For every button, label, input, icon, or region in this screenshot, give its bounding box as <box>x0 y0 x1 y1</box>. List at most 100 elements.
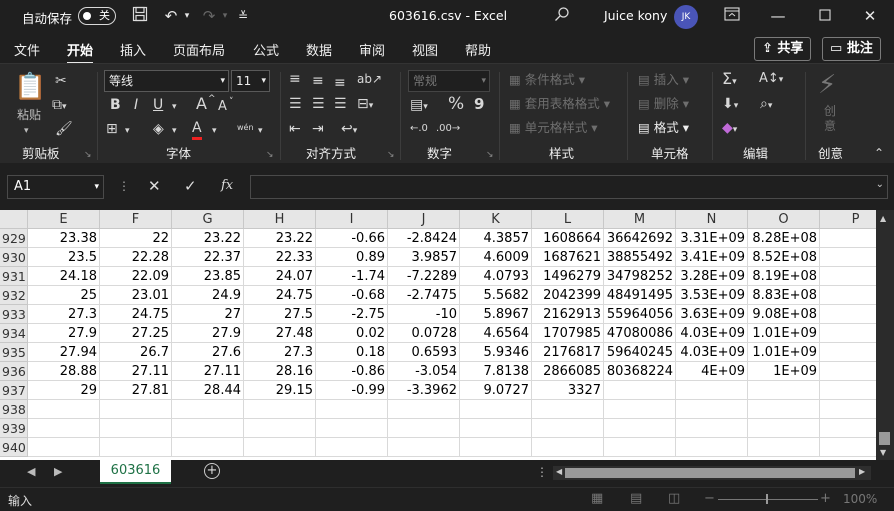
cell[interactable]: 27.5 <box>244 305 316 324</box>
column-header[interactable]: P <box>820 210 876 229</box>
cell[interactable] <box>748 381 820 400</box>
cell[interactable]: 1.01E+09 <box>748 343 820 362</box>
cell[interactable] <box>748 438 820 457</box>
cell[interactable] <box>172 438 244 457</box>
cell[interactable] <box>100 400 172 419</box>
cell[interactable]: 23.38 <box>28 229 100 248</box>
comments-button[interactable]: ▭ 批注 <box>822 37 881 61</box>
cell[interactable] <box>820 400 876 419</box>
merge-center-icon[interactable]: ⊟▾ <box>357 95 373 115</box>
cell[interactable]: 59640245 <box>604 343 676 362</box>
cell[interactable]: 0.02 <box>316 324 388 343</box>
delete-cells-button[interactable]: ▤ 删除 ▾ <box>638 95 689 113</box>
wrap-text-icon[interactable]: ↩▾ <box>341 120 357 140</box>
cell[interactable]: 2042399 <box>532 286 604 305</box>
cell[interactable]: 29 <box>28 381 100 400</box>
cell[interactable] <box>820 248 876 267</box>
close-icon[interactable]: ✕ <box>860 6 880 26</box>
autosum-icon[interactable]: Σ▾ <box>722 70 737 91</box>
cell[interactable]: 22.09 <box>100 267 172 286</box>
fill-icon[interactable]: ⬇▾ <box>722 95 738 115</box>
previous-sheet-icon[interactable]: ◀ <box>27 465 35 478</box>
cell[interactable]: 27.3 <box>244 343 316 362</box>
column-header[interactable]: M <box>604 210 676 229</box>
column-header[interactable]: F <box>100 210 172 229</box>
select-all-corner[interactable] <box>0 210 28 229</box>
cell[interactable]: 3.31E+09 <box>676 229 748 248</box>
cell[interactable] <box>820 362 876 381</box>
cell[interactable] <box>820 438 876 457</box>
paste-label[interactable]: 粘贴 <box>17 106 41 124</box>
cell[interactable]: -0.86 <box>316 362 388 381</box>
column-header[interactable]: H <box>244 210 316 229</box>
cell[interactable]: 22.33 <box>244 248 316 267</box>
cell[interactable]: 4.3857 <box>460 229 532 248</box>
customize-qat-icon[interactable]: ≚ <box>236 6 250 26</box>
cell[interactable] <box>676 381 748 400</box>
cell[interactable] <box>316 438 388 457</box>
cell[interactable] <box>388 419 460 438</box>
cell[interactable]: 4E+09 <box>676 362 748 381</box>
share-button[interactable]: ⇪ 共享 <box>754 37 812 61</box>
cell[interactable]: 8.19E+08 <box>748 267 820 286</box>
expand-formula-icon[interactable]: ⌄ <box>876 179 884 190</box>
row-header[interactable]: 931 <box>0 267 28 286</box>
cell[interactable]: 36642692 <box>604 229 676 248</box>
cell[interactable] <box>820 267 876 286</box>
comma-style-button[interactable]: 9 <box>474 95 484 113</box>
cell[interactable]: 4.6009 <box>460 248 532 267</box>
enter-icon[interactable]: ✓ <box>184 177 197 195</box>
scroll-right-icon[interactable]: ▶ <box>859 467 865 476</box>
tab-split-icon[interactable]: ⋮ <box>536 465 548 479</box>
zoom-out-icon[interactable]: − <box>704 491 715 506</box>
cell[interactable]: 27.81 <box>100 381 172 400</box>
cell[interactable] <box>316 400 388 419</box>
cell[interactable]: 1496279 <box>532 267 604 286</box>
save-icon[interactable] <box>130 6 150 27</box>
cell[interactable]: 8.52E+08 <box>748 248 820 267</box>
ribbon-display-options-icon[interactable] <box>722 6 742 26</box>
tab-help[interactable]: 帮助 <box>465 40 491 59</box>
designer-icon[interactable]: ⚡ <box>818 70 836 100</box>
scroll-up-icon[interactable]: ▲ <box>880 214 886 223</box>
cell[interactable] <box>604 400 676 419</box>
cell[interactable] <box>676 419 748 438</box>
row-header[interactable]: 937 <box>0 381 28 400</box>
more-options-icon[interactable]: ⋮ <box>118 179 130 193</box>
font-color-button[interactable]: A <box>192 119 202 140</box>
undo-icon[interactable]: ↶ <box>160 6 182 26</box>
scroll-down-icon[interactable]: ▼ <box>880 448 886 457</box>
maximize-icon[interactable] <box>815 6 835 26</box>
row-header[interactable]: 935 <box>0 343 28 362</box>
font-color-dropdown-icon[interactable]: ▾ <box>212 122 217 140</box>
cell[interactable] <box>820 324 876 343</box>
phonetic-dropdown-icon[interactable]: ▾ <box>258 122 263 140</box>
cell[interactable] <box>460 419 532 438</box>
number-launcher-icon[interactable]: ↘ <box>486 150 494 160</box>
increase-indent-icon[interactable]: ⇥ <box>312 120 324 138</box>
cell[interactable]: 55964056 <box>604 305 676 324</box>
cell[interactable]: -0.66 <box>316 229 388 248</box>
row-header[interactable]: 933 <box>0 305 28 324</box>
row-header[interactable]: 934 <box>0 324 28 343</box>
font-size-select[interactable]: 11 ▾ <box>231 70 270 92</box>
cell[interactable]: 2176817 <box>532 343 604 362</box>
row-header[interactable]: 938 <box>0 400 28 419</box>
designer-label[interactable]: 创 意 <box>824 104 836 134</box>
column-header[interactable]: L <box>532 210 604 229</box>
cell[interactable]: 24.75 <box>100 305 172 324</box>
autosave-toggle[interactable]: 关 <box>78 7 116 25</box>
row-header[interactable]: 939 <box>0 419 28 438</box>
tab-home[interactable]: 开始 <box>67 40 94 65</box>
borders-dropdown-icon[interactable]: ▾ <box>125 122 130 140</box>
cell[interactable]: 8.83E+08 <box>748 286 820 305</box>
column-header[interactable]: N <box>676 210 748 229</box>
percent-button[interactable]: % <box>448 95 464 113</box>
row-header[interactable]: 930 <box>0 248 28 267</box>
cell[interactable] <box>172 400 244 419</box>
cell[interactable]: 4.03E+09 <box>676 324 748 343</box>
align-center-icon[interactable]: ☰ <box>312 95 325 113</box>
cell[interactable] <box>532 400 604 419</box>
tab-formulas[interactable]: 公式 <box>253 40 279 59</box>
cell[interactable]: 0.6593 <box>388 343 460 362</box>
